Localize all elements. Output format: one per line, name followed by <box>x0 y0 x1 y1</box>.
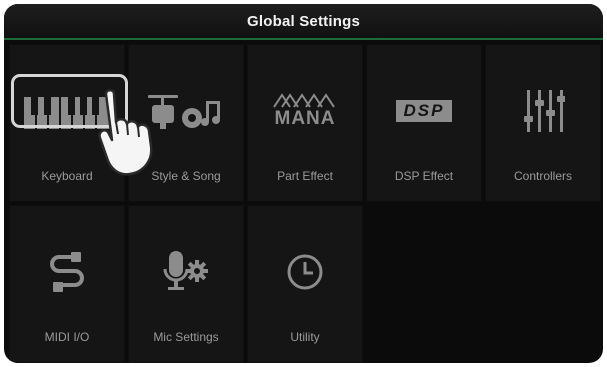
tile-label: Utility <box>290 330 320 344</box>
settings-screen: Global Settings Keyboard Style & Song MA… <box>4 4 603 363</box>
tile-label: Controllers <box>513 169 573 183</box>
page-title: Global Settings <box>246 12 360 30</box>
tile-controllers[interactable]: Controllers <box>485 44 601 202</box>
tile-label: DSP Effect <box>394 169 454 183</box>
mana-logo-text: MANA <box>274 108 336 129</box>
dsp-logo-icon: DSP <box>367 87 481 135</box>
tile-label: MIDI I/O <box>44 330 90 344</box>
tile-dsp-effect[interactable]: DSP DSP Effect <box>366 44 482 202</box>
tile-label: Mic Settings <box>153 330 219 344</box>
dsp-logo-text: DSP <box>395 100 453 122</box>
sliders-icon <box>486 87 600 135</box>
title-bar: Global Settings <box>4 4 603 40</box>
mana-logo-icon: MANA <box>248 87 362 135</box>
tile-mic-settings[interactable]: Mic Settings <box>128 205 244 363</box>
tile-part-effect[interactable]: MANA Part Effect <box>247 44 363 202</box>
tile-label: Part Effect <box>277 169 333 183</box>
tile-utility[interactable]: Utility <box>247 205 363 363</box>
tile-midi-io[interactable]: MIDI I/O <box>9 205 125 363</box>
pointing-hand-icon <box>98 89 153 176</box>
microphone-gear-icon <box>129 248 243 296</box>
midi-cable-icon <box>10 248 124 296</box>
clock-icon <box>248 248 362 296</box>
